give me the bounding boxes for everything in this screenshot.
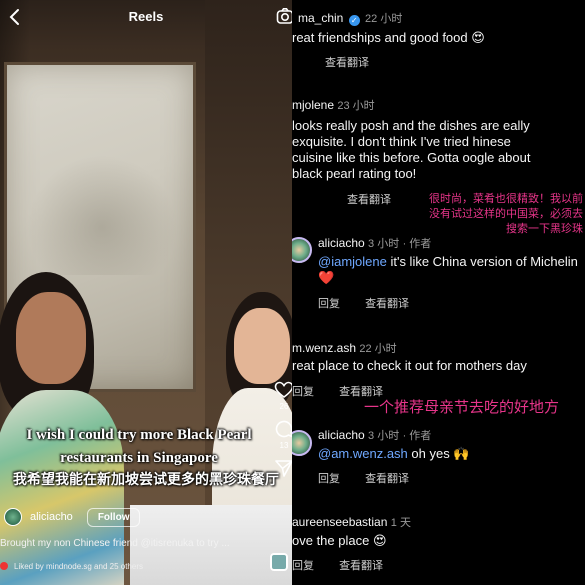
comment-username[interactable]: mjolene <box>292 98 334 112</box>
translate-link[interactable]: 查看翻译 <box>365 473 409 485</box>
comment-time: 3 小时 <box>368 430 400 442</box>
heart-icon[interactable] <box>274 380 292 400</box>
comment-time: 22 小时 <box>365 13 403 25</box>
translate-link[interactable]: 查看翻译 <box>339 560 383 572</box>
author-row: aliciacho Follow <box>4 506 141 528</box>
comment-username-row: aureenseebastian 1 天 <box>292 514 411 530</box>
author-tag: · 作者 <box>402 430 432 442</box>
author-tag: · 作者 <box>402 238 432 250</box>
caption-english: I wish I could try more Black Pearl rest… <box>26 427 252 466</box>
comment-icon[interactable] <box>274 419 292 439</box>
translate-link[interactable]: 查看翻译 <box>365 298 409 310</box>
follow-button[interactable]: Follow <box>86 507 141 527</box>
comment-username-row: ma_chin ✓ 22 小时 <box>298 10 402 26</box>
translate-link[interactable]: 查看翻译 <box>325 57 369 69</box>
comment-username-row: m.wenz.ash 22 小时 <box>292 340 397 356</box>
translation-annotation: 很时尚，菜肴也很精致！我以前没有试过这样的中国菜，必须去搜索一下黑珍珠 <box>429 193 583 235</box>
author-avatar[interactable] <box>4 508 22 526</box>
comment-actions: 回复 查看翻译 <box>318 295 431 311</box>
liked-by-row[interactable]: Liked by mindnode.sg and 25 others <box>0 560 262 572</box>
comment-actions: 查看翻译 <box>292 191 413 207</box>
comment-username[interactable]: aureenseebastian <box>292 515 387 529</box>
comment-username[interactable]: m.wenz.ash <box>292 341 356 355</box>
comment-text: reat place to check it out for mothers d… <box>292 358 527 373</box>
reply-avatar[interactable] <box>292 237 312 263</box>
comment-username[interactable]: aliciacho <box>318 428 365 442</box>
comment-time: 3 小时 <box>368 238 400 250</box>
mention-link[interactable]: @am.wenz.ash <box>318 446 408 461</box>
side-actions: 26 13 <box>272 380 292 486</box>
audio-thumbnail[interactable] <box>270 553 288 571</box>
reply-link[interactable]: 回复 <box>318 473 340 485</box>
comment-username-row: aliciacho 3 小时 · 作者 <box>318 235 431 251</box>
translation-annotation: 一个推荐母亲节去吃的好地方 <box>364 399 560 416</box>
comment-count: 13 <box>279 441 289 450</box>
liked-by-text: Liked by mindnode.sg and 25 others <box>14 561 143 571</box>
comment-time: 23 小时 <box>337 100 375 112</box>
comment-text: ove the place 😍 <box>292 533 387 548</box>
share-action[interactable] <box>272 458 292 478</box>
author-username[interactable]: aliciacho <box>30 511 73 523</box>
comment-time: 22 小时 <box>359 343 397 355</box>
reply-link[interactable]: 回复 <box>292 560 314 572</box>
heart-small-icon <box>0 562 8 570</box>
reply-link[interactable]: 回复 <box>292 386 314 398</box>
comment-username[interactable]: ma_chin <box>298 11 343 25</box>
comment-username-row: aliciacho 3 小时 · 作者 <box>318 427 431 443</box>
comment-time: 1 天 <box>390 517 411 529</box>
comments-panel: ma_chin ✓ 22 小时 reat friendships and goo… <box>292 0 585 585</box>
mention-link[interactable]: @iamjolene <box>318 254 387 269</box>
translate-link[interactable]: 查看翻译 <box>347 194 391 206</box>
comment-actions: 查看翻译 <box>325 54 391 70</box>
reel-video[interactable]: Reels I wish I could try more Black Pear… <box>0 0 292 585</box>
like-count: 26 <box>279 402 289 411</box>
comment-text: reat friendships and good food 😍 <box>292 30 485 45</box>
share-icon[interactable] <box>274 458 292 478</box>
verified-icon: ✓ <box>348 15 360 26</box>
comment-text: looks really posh and the dishes are eal… <box>292 118 531 181</box>
comment-text: @am.wenz.ash oh yes 🙌 <box>318 446 470 461</box>
comment-actions: 回复 查看翻译 <box>292 557 405 573</box>
reels-title: Reels <box>128 9 164 24</box>
caption-chinese: 我希望我能在新加坡尝试更多的黑珍珠餐厅 <box>13 471 279 487</box>
comment-action[interactable]: 13 <box>272 419 292 450</box>
camera-icon[interactable] <box>276 7 292 25</box>
reply-avatar[interactable] <box>292 430 312 456</box>
comment-actions: 回复 查看翻译 <box>318 470 431 486</box>
comment-username-row: mjolene 23 小时 <box>292 97 375 113</box>
comment-text: @iamjolene it's like China version of Mi… <box>318 254 578 285</box>
reel-description[interactable]: Brought my non Chinese friend @itisrenuk… <box>0 538 270 549</box>
like-action[interactable]: 26 <box>272 380 292 411</box>
comment-username[interactable]: aliciacho <box>318 236 365 250</box>
reply-link[interactable]: 回复 <box>318 298 340 310</box>
